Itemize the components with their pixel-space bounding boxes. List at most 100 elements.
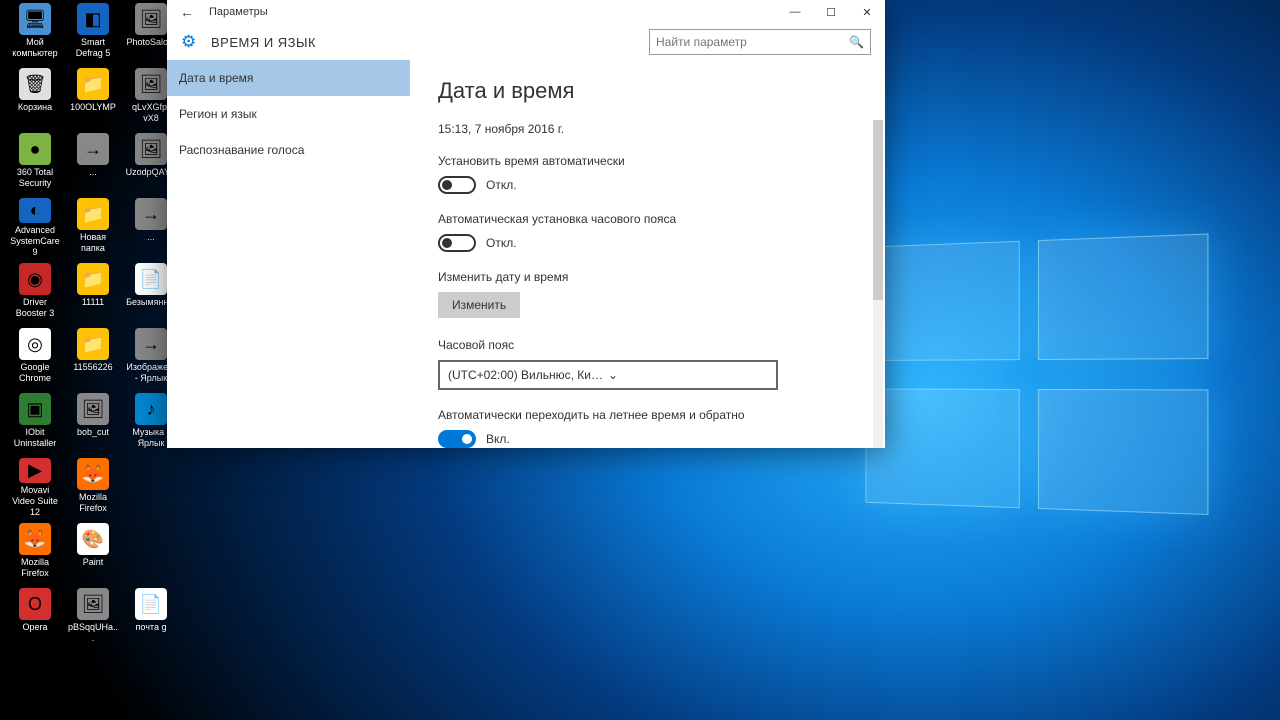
desktop-icon-glyph [135,458,167,490]
desktop-icon-glyph: 📁 [77,263,109,295]
desktop-icons-grid: 🖥Мой компьютер🗑Корзина●360 Total Securit… [6,0,176,710]
desktop-icon-label: Google Chrome [9,362,61,384]
desktop-icon[interactable]: O Opera [9,586,61,648]
search-icon: 🔍 [849,35,864,49]
desktop-icon-glyph: 🖼 [77,588,109,620]
timezone-value: (UTC+02:00) Вильнюс, Киев, Рига, София, … [448,368,608,382]
dst-label: Автоматически переходить на летнее время… [438,408,857,422]
desktop-icon[interactable]: 📄 почта g [125,586,177,648]
back-button[interactable]: ← [175,0,199,24]
scrollbar[interactable] [873,120,883,448]
dst-toggle[interactable] [438,430,476,448]
desktop-icon-glyph: O [19,588,51,620]
desktop-icon-label: pBSqqUHa... [67,622,119,644]
desktop-icon[interactable]: 📁 11556226 [67,326,119,388]
maximize-button[interactable]: ☐ [813,0,849,24]
desktop-icon-label: 360 Total Security [9,167,61,189]
desktop-icon-glyph: 📄 [135,588,167,620]
search-box[interactable]: 🔍 [649,29,871,55]
desktop-icon-label: Мой компьютер [9,37,61,59]
desktop-icon-glyph: 🖥 [19,3,51,35]
desktop-icon[interactable]: ◐Advanced SystemCare 9 [9,196,61,258]
desktop-icon-glyph: ▶ [19,458,51,483]
change-datetime-label: Изменить дату и время [438,270,857,284]
windows-logo-wallpaper [865,233,1233,528]
desktop-icon-label: Mozilla Firefox [9,557,61,579]
scrollbar-thumb[interactable] [873,120,883,300]
desktop-icon-label: 100OLYMP [70,102,116,113]
window-controls: — ☐ ✕ [777,0,885,24]
desktop-icon-label: IObit Uninstaller [9,427,61,449]
current-datetime: 15:13, 7 ноября 2016 г. [438,122,857,136]
desktop-icon[interactable]: 🦊Mozilla Firefox [67,456,119,518]
desktop-icon-glyph: ◉ [19,263,51,295]
gear-icon: ⚙ [181,32,201,52]
desktop-icon[interactable]: 🖼pBSqqUHa... [67,586,119,648]
desktop-icon[interactable]: ◎Google Chrome [9,326,61,388]
desktop-icon[interactable]: 🗑Корзина [9,66,61,128]
desktop-icon-label: 11556226 [73,362,112,373]
timezone-label: Часовой пояс [438,338,857,352]
desktop-icon-glyph: 🖼 [77,393,109,425]
minimize-button[interactable]: — [777,0,813,24]
desktop-icon[interactable]: 📁Новая папка [67,196,119,258]
desktop-icon-glyph: 📁 [77,328,109,360]
desktop-icon[interactable]: ◉Driver Booster 3 [9,261,61,323]
search-input[interactable] [656,35,849,49]
desktop-icon-glyph: 🖼 [135,68,167,100]
auto-tz-state: Откл. [486,236,517,250]
desktop-icon-glyph: → [77,133,109,165]
desktop-icon-glyph: → [135,328,167,360]
desktop-icon-label: Advanced SystemCare 9 [9,225,61,258]
close-button[interactable]: ✕ [849,0,885,24]
desktop-icon-label: ... [147,232,155,243]
desktop-icon[interactable]: 🖥Мой компьютер [9,1,61,63]
desktop-icon[interactable]: ●360 Total Security [9,131,61,193]
settings-window: ← Параметры — ☐ ✕ ⚙ ВРЕМЯ И ЯЗЫК 🔍 Дата … [167,0,885,448]
desktop-icon-glyph: 📄 [135,263,167,295]
desktop-icon-label: Driver Booster 3 [9,297,61,319]
desktop-icon[interactable] [125,521,177,583]
desktop-icon-glyph [135,523,167,555]
category-title: ВРЕМЯ И ЯЗЫК [211,35,316,50]
auto-time-state: Откл. [486,178,517,192]
desktop-icon-label: Paint [83,557,104,568]
desktop-icon[interactable]: 📁 100OLYMP [67,66,119,128]
page-heading: Дата и время [438,78,857,104]
desktop-icon-glyph: ◐ [19,198,51,223]
desktop-icon[interactable]: →... [67,131,119,193]
desktop-icon[interactable]: 🦊Mozilla Firefox [9,521,61,583]
desktop-icon-glyph: 🗑 [19,68,51,100]
desktop-icon-glyph: ◧ [77,3,109,35]
desktop-icon-label: Opera [22,622,47,633]
desktop-icon-glyph: 📁 [77,198,109,230]
desktop-icon-glyph: ♪ [135,393,167,425]
desktop-icon[interactable]: 🖼bob_cut [67,391,119,453]
desktop-icon[interactable]: ▶Movavi Video Suite 12 [9,456,61,518]
desktop-icon-glyph: 🖼 [135,133,167,165]
desktop-icon[interactable]: 📁11111 [67,261,119,323]
desktop-icon[interactable]: 🎨 Paint [67,521,119,583]
nav-item[interactable]: Распознавание голоса [167,132,410,168]
chevron-down-icon: ⌄ [608,368,768,382]
desktop-icon[interactable] [125,456,177,518]
desktop-icon-glyph: 📁 [77,68,109,100]
timezone-select[interactable]: (UTC+02:00) Вильнюс, Киев, Рига, София, … [438,360,778,390]
desktop-icon-glyph: ▣ [19,393,51,425]
desktop-icon[interactable]: ▣IObit Uninstaller [9,391,61,453]
auto-tz-label: Автоматическая установка часового пояса [438,212,857,226]
desktop-icon-label: Smart Defrag 5 [67,37,119,59]
desktop-icon-glyph: 🎨 [77,523,109,555]
dst-state: Вкл. [486,432,510,446]
change-button[interactable]: Изменить [438,292,520,318]
desktop-icon-glyph: ◎ [19,328,51,360]
nav-item[interactable]: Дата и время [167,60,410,96]
desktop-icon[interactable]: ◧Smart Defrag 5 [67,1,119,63]
window-title: Параметры [209,6,268,18]
auto-tz-toggle[interactable] [438,234,476,252]
auto-time-toggle[interactable] [438,176,476,194]
sidebar: Дата и времяРегион и языкРаспознавание г… [167,60,410,448]
nav-item[interactable]: Регион и язык [167,96,410,132]
desktop-icon-label: почта g [136,622,167,633]
desktop-icon-label: ... [89,167,97,178]
